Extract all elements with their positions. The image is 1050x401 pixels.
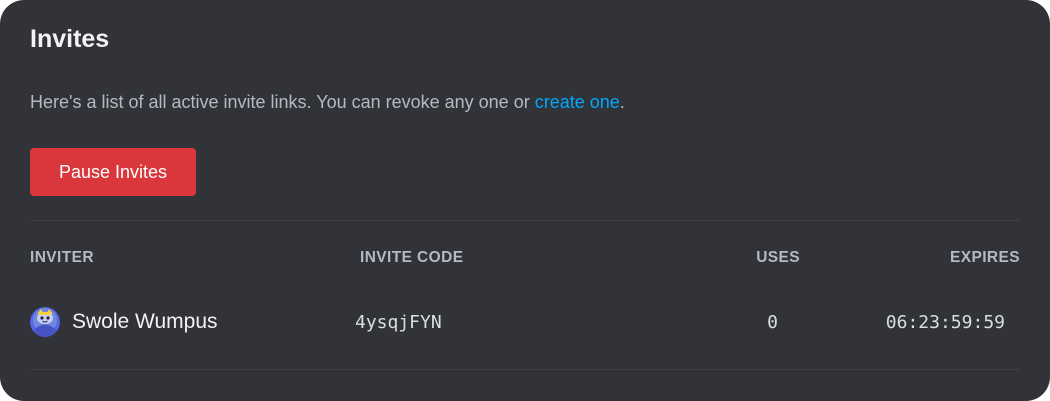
column-header-invite-code: INVITE CODE (360, 249, 464, 266)
invite-uses: 0 (767, 311, 778, 333)
divider (30, 220, 1020, 221)
create-invite-link[interactable]: create one (535, 92, 620, 112)
invite-expires: 06:23:59:59 (885, 311, 1005, 333)
table-row-inviter[interactable]: Swole Wumpus (30, 306, 218, 338)
pause-invites-button[interactable]: Pause Invites (30, 148, 196, 196)
divider (30, 369, 1020, 370)
page-title: Invites (30, 25, 110, 53)
invites-description: Here's a list of all active invite links… (30, 92, 625, 113)
description-text: Here's a list of all active invite links… (30, 92, 535, 112)
invites-panel: Invites Here's a list of all active invi… (0, 0, 1050, 401)
invite-code: 4ysqjFYN (355, 311, 442, 333)
inviter-name: Swole Wumpus (72, 310, 218, 333)
column-header-inviter: INVITER (30, 249, 94, 266)
description-period: . (619, 92, 625, 112)
column-header-expires: EXPIRES (950, 249, 1020, 266)
wumpus-avatar-icon (30, 307, 60, 337)
column-header-uses: USES (756, 249, 800, 266)
